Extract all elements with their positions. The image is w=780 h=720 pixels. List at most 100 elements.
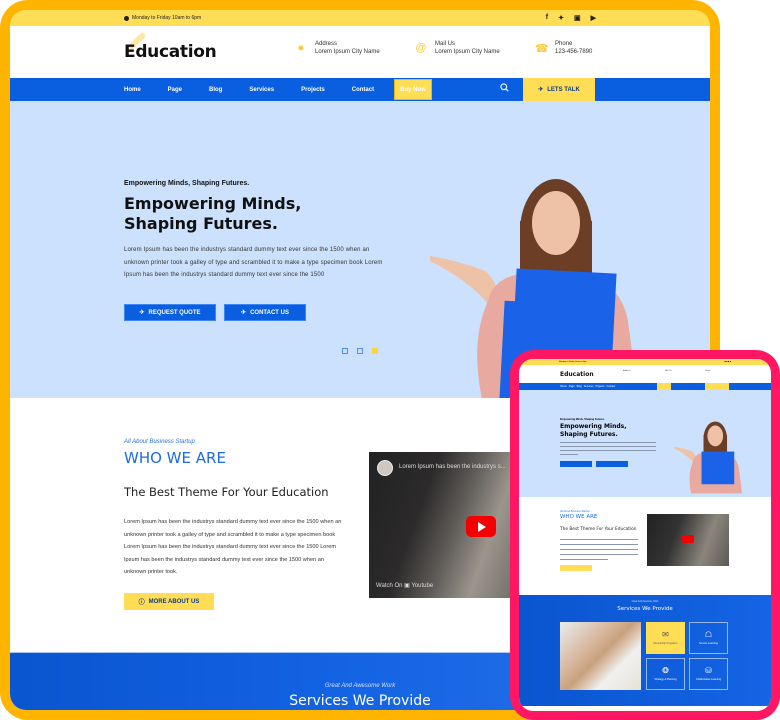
contact-label: Address	[315, 41, 338, 47]
facebook-icon[interactable]: f	[546, 14, 548, 22]
hero-title: Empowering Minds, Shaping Futures.	[124, 194, 302, 233]
rocket-icon: ✈	[538, 87, 544, 93]
section-body: Lorem Ipsum has been the industrys stand…	[124, 519, 342, 576]
contact-label: Phone	[555, 41, 573, 47]
service-label: Service Learning	[699, 642, 718, 645]
video-embed	[647, 514, 729, 566]
site-header: Education ● Address Lorem Ipsum City Name …	[10, 26, 710, 78]
watch-on-youtube[interactable]: Watch On ▣ Youtube	[376, 582, 433, 589]
top-bar: Monday to Friday 10am to 6pm f ✦ ▣ ▶	[10, 10, 710, 26]
contact-us-button[interactable]: ✈ CONTACT US	[224, 304, 306, 321]
buy-now-button	[657, 383, 671, 390]
location-pin-icon: ●	[297, 42, 305, 54]
lets-talk-button[interactable]: ✈ LETS TALK	[523, 78, 595, 101]
main-nav: Home Page Blog Services Projects Contact…	[10, 78, 710, 101]
lets-talk-label: LETS TALK	[547, 86, 580, 93]
text-line	[560, 544, 638, 546]
section-tag: All About Business Startup	[560, 510, 590, 513]
rocket-icon: ✈	[139, 310, 145, 316]
video-title: Lorem Ipsum has been the industrys s...	[399, 464, 506, 470]
button-label: CONTACT US	[250, 309, 289, 316]
logo[interactable]: Education	[124, 31, 217, 62]
business-hours: Monday to Friday 10am to 6pm	[132, 15, 202, 21]
logo: Education	[560, 370, 594, 378]
building-icon: ☖	[704, 630, 713, 639]
search-icon[interactable]	[500, 83, 509, 95]
info-circle-icon: ⓘ	[138, 600, 145, 606]
contact-address: Address	[623, 370, 631, 372]
nav-projects[interactable]: Projects	[301, 87, 325, 93]
youtube-icon[interactable]: ▶	[591, 14, 596, 22]
more-about-us-button	[560, 565, 592, 571]
nav-page[interactable]: Page	[168, 87, 182, 93]
nav-home[interactable]: Home	[124, 87, 141, 93]
phone-icon: ☎	[535, 42, 549, 55]
text-line	[560, 554, 638, 556]
contact-mail: Mail Us	[665, 370, 672, 372]
section-subtitle: The Best Theme For Your Education	[124, 485, 329, 499]
contact-address: ● Address Lorem Ipsum City Name	[295, 40, 415, 56]
student-girl-image	[674, 421, 743, 494]
nav-blog[interactable]: Blog	[209, 87, 222, 93]
tablet-mockup-frame: Monday to Friday 10am to 6pm ■ ■ ■ ■ Educ…	[510, 350, 780, 720]
button-label: MORE ABOUT US	[148, 598, 200, 605]
contact-label: Mail Us	[435, 41, 456, 47]
mini-nav: Home Page Blog Services Projects Contact	[519, 383, 771, 390]
database-icon: ⛁	[705, 666, 712, 675]
service-card: ❂ Strategy & Planning	[646, 658, 685, 690]
request-quote-button[interactable]: ✈ REQUEST QUOTE	[124, 304, 216, 321]
lets-talk-button	[705, 383, 729, 390]
mini-footer-strip: Awesome Services	[519, 706, 771, 711]
service-label: Collaborative Learning	[695, 678, 722, 681]
section-title: Services We Provide	[617, 606, 673, 612]
request-quote-button	[560, 461, 592, 467]
section-tag: All About Business Startup	[124, 439, 195, 445]
mini-services: Great And Awesome Work Services We Provi…	[519, 595, 771, 706]
contact-phone: Phone	[705, 370, 711, 372]
hero-body: Lorem Ipsum has been the industrys stand…	[124, 247, 383, 279]
section-title: WHO WE ARE	[560, 514, 598, 520]
nav-services[interactable]: Services	[249, 87, 274, 93]
text-line	[560, 454, 578, 456]
video-embed[interactable]: Lorem Ipsum has been the industrys s... …	[369, 452, 519, 598]
hero-title: Empowering Minds, Shaping Futures.	[560, 423, 627, 438]
contact-us-button	[596, 461, 628, 467]
mini-hero: Empowering Minds, Shaping Futures. Empow…	[519, 390, 771, 497]
instagram-icon[interactable]: ▣	[574, 14, 581, 22]
nav-contact[interactable]: Contact	[352, 87, 374, 93]
youtube-play-icon[interactable]	[466, 516, 496, 537]
mentorship-icon: ✉	[662, 630, 669, 639]
clock-icon	[124, 15, 129, 21]
text-line	[560, 559, 608, 561]
slide-dot-1[interactable]	[342, 348, 348, 354]
section-title: WHO WE ARE	[124, 449, 226, 467]
mini-who-we-are: All About Business Startup WHO WE ARE Th…	[519, 497, 771, 595]
contact-value: Lorem Ipsum City Name	[315, 49, 380, 55]
contact-value: 123-456-7890	[555, 49, 593, 55]
text-line	[560, 446, 656, 448]
channel-avatar	[377, 460, 393, 476]
social-icons: ■ ■ ■ ■	[724, 361, 732, 363]
contact-mail: @ Mail Us Lorem Ipsum City Name	[415, 40, 535, 56]
more-about-us-button[interactable]: ⓘ MORE ABOUT US	[124, 593, 214, 610]
slide-dot-2[interactable]	[357, 348, 363, 354]
twitter-icon[interactable]: ✦	[558, 14, 564, 22]
contact-phone: ☎ Phone 123-456-7890	[535, 40, 655, 56]
logo-text: Education	[124, 42, 217, 62]
service-label: Mentorship Programs	[653, 642, 678, 645]
mini-header: Education Address Mail Us Phone	[519, 365, 771, 383]
buy-now-button[interactable]: Buy Now	[394, 79, 432, 100]
service-card: ✉ Mentorship Programs	[646, 622, 685, 654]
tablet-screen: Monday to Friday 10am to 6pm ■ ■ ■ ■ Educ…	[519, 359, 771, 711]
students-photo	[560, 622, 641, 690]
business-hours: Monday to Friday 10am to 6pm	[559, 361, 587, 363]
section-subtitle: The Best Theme For Your Education	[560, 527, 637, 532]
button-label: REQUEST QUOTE	[148, 309, 201, 316]
service-card: ☖ Service Learning	[689, 622, 728, 654]
service-label: Strategy & Planning	[654, 678, 677, 681]
text-line	[560, 442, 656, 444]
slider-dots	[342, 348, 378, 354]
slide-dot-3[interactable]	[372, 348, 378, 354]
rocket-icon: ✈	[241, 310, 247, 316]
youtube-play-icon	[682, 535, 694, 543]
